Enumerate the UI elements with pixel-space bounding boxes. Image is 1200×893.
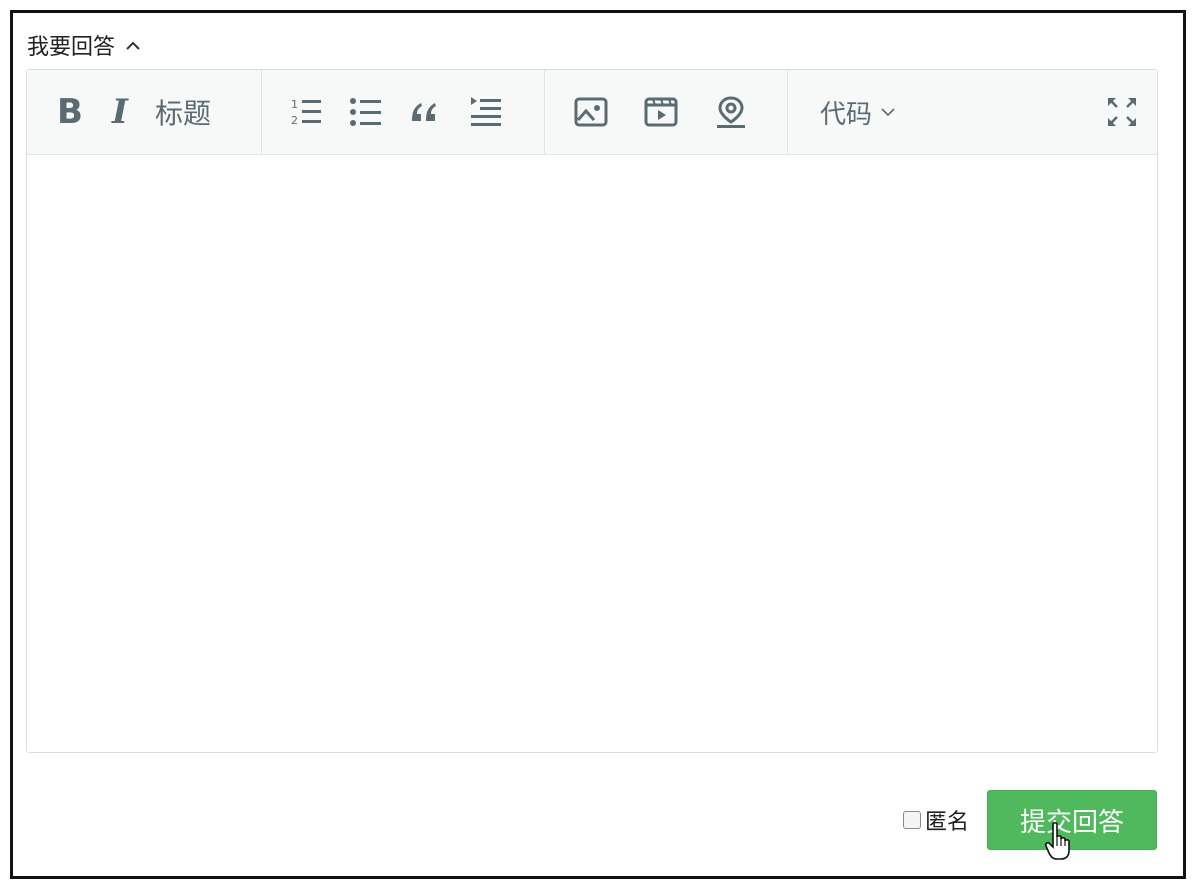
bold-button[interactable]: B xyxy=(55,92,85,132)
toolbar-group-media xyxy=(545,70,788,154)
editor-toolbar: B I 标题 1 2 代码 xyxy=(27,70,1157,155)
heading-button[interactable]: 标题 xyxy=(155,92,211,132)
answer-title: 我要回答 xyxy=(27,35,116,60)
quote-icon[interactable] xyxy=(408,95,444,129)
submit-answer-button[interactable]: 提交回答 xyxy=(987,790,1157,860)
toolbar-group-misc: 代码 xyxy=(788,70,1157,154)
video-icon[interactable] xyxy=(643,95,679,129)
editor-content-area[interactable] xyxy=(27,155,1157,752)
image-icon[interactable] xyxy=(573,95,609,129)
unordered-list-icon[interactable] xyxy=(348,95,384,129)
indent-icon[interactable] xyxy=(468,95,504,129)
hand-cursor-icon xyxy=(1044,821,1074,868)
code-dropdown[interactable]: 代码 xyxy=(820,94,896,131)
toolbar-group-block: 1 2 xyxy=(262,70,545,154)
italic-button[interactable]: I xyxy=(107,92,133,132)
chevron-up-icon[interactable] xyxy=(123,35,143,55)
ordered-list-icon[interactable]: 1 2 xyxy=(288,95,324,129)
answer-header[interactable]: 我要回答 xyxy=(27,29,143,61)
answer-panel: 我要回答 B I 标题 1 2 代码 匿名 提交回答 xyxy=(10,10,1186,879)
code-dropdown-label: 代码 xyxy=(820,99,873,130)
svg-text:2: 2 xyxy=(291,114,298,127)
answer-editor: B I 标题 1 2 代码 xyxy=(26,69,1158,753)
svg-text:1: 1 xyxy=(291,98,298,111)
chevron-down-icon xyxy=(880,107,896,117)
toolbar-group-text: B I 标题 xyxy=(27,70,262,154)
checkbox-icon[interactable] xyxy=(902,811,921,829)
answer-footer: 匿名 提交回答 xyxy=(902,790,1157,860)
location-icon[interactable] xyxy=(713,95,749,129)
anonymous-label: 匿名 xyxy=(924,810,969,835)
fullscreen-icon[interactable] xyxy=(1105,95,1139,129)
anonymous-checkbox[interactable]: 匿名 xyxy=(902,804,969,836)
